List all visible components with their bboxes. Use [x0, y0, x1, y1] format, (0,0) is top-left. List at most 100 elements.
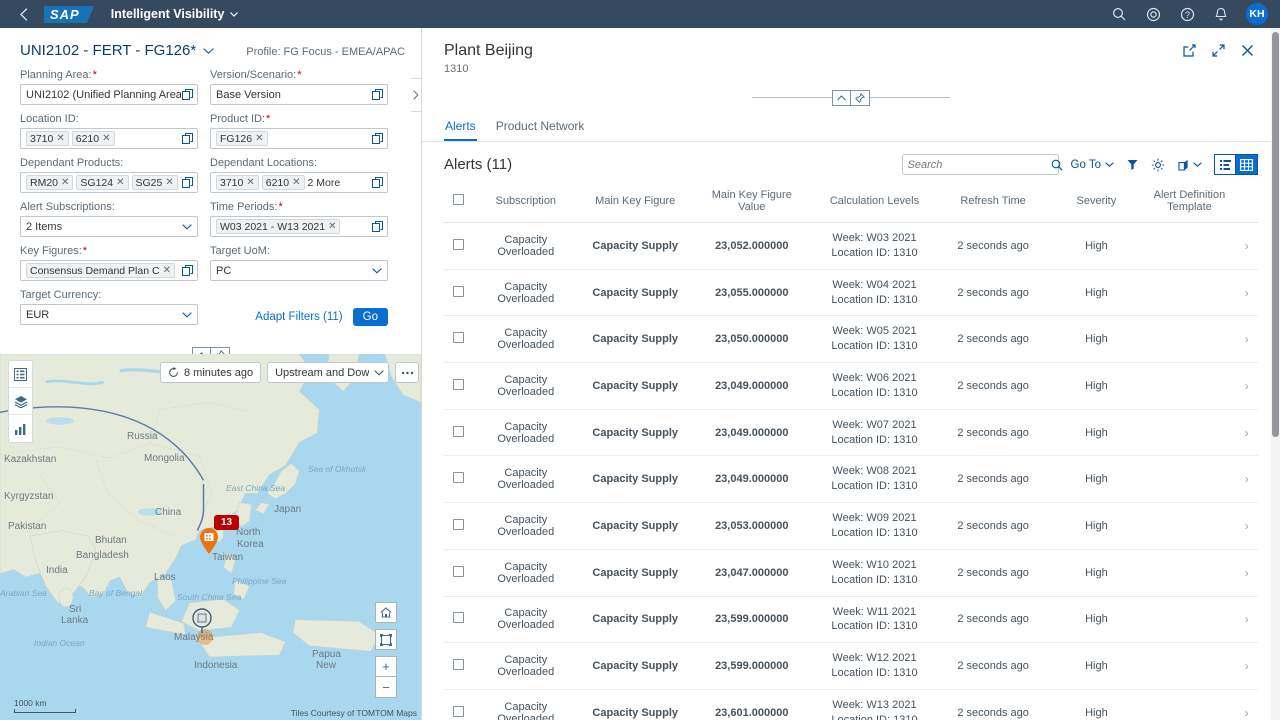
row-checkbox[interactable] [452, 378, 464, 390]
chevron-right-icon[interactable]: › [1245, 659, 1249, 673]
chevron-right-icon[interactable]: › [1245, 286, 1249, 300]
row-navigation-cell[interactable]: › [1235, 642, 1258, 690]
overflow-menu-icon[interactable] [395, 362, 420, 383]
token[interactable]: FG126 ✕ [216, 131, 268, 146]
token[interactable]: RM20 ✕ [26, 175, 74, 190]
value-help-icon[interactable] [181, 176, 194, 189]
scrollbar-thumb[interactable] [1272, 32, 1279, 437]
search-input[interactable] [907, 158, 1051, 171]
tab-alerts[interactable]: Alerts [444, 114, 477, 141]
value-help-icon[interactable] [371, 132, 384, 145]
token[interactable]: 6210 ✕ [261, 175, 305, 190]
table-row[interactable]: Capacity Overloaded Capacity Supply 23,052… [444, 222, 1258, 270]
network-scope-select[interactable]: Upstream and Downstr... [267, 362, 390, 383]
value-help-icon[interactable] [181, 264, 194, 277]
row-navigation-cell[interactable]: › [1235, 549, 1258, 597]
row-navigation-cell[interactable]: › [1235, 315, 1258, 364]
chevron-right-icon[interactable]: › [1245, 379, 1249, 393]
token[interactable]: 6210 ✕ [71, 131, 115, 146]
go-button[interactable]: Go [352, 308, 388, 326]
token[interactable]: 3710 ✕ [216, 175, 259, 190]
column-header-subscription[interactable]: Subscription [472, 183, 579, 223]
table-view-icon[interactable] [1236, 154, 1258, 175]
table-row[interactable]: Capacity Overloaded Capacity Supply 23,599… [444, 596, 1258, 644]
value-help-icon[interactable] [371, 220, 384, 233]
planning-area-input[interactable]: UNI2102 (Unified Planning Area) [20, 84, 198, 105]
version-scenario-input[interactable]: Base Version [210, 84, 388, 105]
remove-token-icon[interactable]: ✕ [255, 132, 263, 146]
column-header-alert-definition-template[interactable]: Alert Definition Template [1143, 183, 1236, 223]
token[interactable]: SG25 ✕ [131, 175, 178, 190]
row-navigation-cell[interactable]: › [1235, 409, 1258, 457]
remove-token-icon[interactable]: ✕ [165, 176, 173, 190]
value-help-icon[interactable] [371, 176, 384, 189]
chevron-right-icon[interactable]: › [1245, 426, 1249, 440]
column-header-severity[interactable]: Severity [1049, 183, 1144, 223]
page-scrollbar[interactable] [1271, 28, 1280, 720]
column-header-refresh-time[interactable]: Refresh Time [936, 183, 1050, 223]
table-row[interactable]: Capacity Overloaded Capacity Supply 23,599… [444, 642, 1258, 690]
table-row[interactable]: Capacity Overloaded Capacity Supply 23,049… [444, 455, 1258, 504]
location-id-input[interactable]: 3710 ✕ 6210 ✕ [20, 128, 198, 149]
remove-token-icon[interactable]: ✕ [61, 176, 69, 190]
chevron-right-icon[interactable]: › [1245, 519, 1249, 533]
map-zoom-out-icon[interactable]: − [375, 677, 397, 698]
row-checkbox[interactable] [452, 705, 464, 717]
key-figures-input[interactable]: Consensus Demand Plan C ✕ [20, 260, 198, 281]
chevron-down-icon[interactable] [372, 267, 384, 274]
table-row[interactable]: Capacity Overloaded Capacity Supply 23,047… [444, 549, 1258, 597]
remove-token-icon[interactable]: ✕ [116, 176, 124, 190]
remove-token-icon[interactable]: ✕ [292, 176, 300, 190]
fullscreen-icon[interactable] [1212, 44, 1225, 57]
chevron-right-icon[interactable]: › [1245, 472, 1249, 486]
layers-icon[interactable] [9, 388, 32, 415]
chevron-right-icon[interactable]: › [1245, 239, 1249, 253]
search-field[interactable] [901, 154, 1063, 175]
map-home-icon[interactable] [375, 602, 397, 623]
row-navigation-cell[interactable]: › [1235, 502, 1258, 550]
chevron-right-icon[interactable]: › [1245, 612, 1249, 626]
settings-gear-icon[interactable] [1151, 158, 1165, 172]
map-zoom-in-icon[interactable]: + [375, 656, 397, 677]
search-icon[interactable] [1110, 5, 1128, 23]
row-checkbox[interactable] [452, 659, 464, 671]
token[interactable]: W03 2021 - W13 2021 ✕ [216, 219, 341, 234]
context-selector[interactable]: UNI2102 - FERT - FG126* [20, 42, 214, 59]
value-help-icon[interactable] [181, 88, 194, 101]
remove-token-icon[interactable]: ✕ [102, 132, 110, 146]
notifications-icon[interactable] [1212, 5, 1230, 23]
map-marker-beijing[interactable] [198, 527, 220, 555]
row-checkbox[interactable] [452, 472, 464, 484]
chevron-right-icon[interactable]: › [1245, 332, 1249, 346]
value-help-icon[interactable] [181, 132, 194, 145]
adapt-filters-link[interactable]: Adapt Filters (11) [255, 311, 342, 323]
more-tokens-label[interactable]: 2 More [308, 177, 341, 189]
map-refresh-button[interactable]: 8 minutes ago [160, 362, 262, 383]
column-header-calculation-levels[interactable]: Calculation Levels [812, 183, 937, 223]
remove-token-icon[interactable]: ✕ [328, 220, 336, 234]
go-to-menu[interactable]: Go To [1071, 159, 1114, 171]
row-checkbox[interactable] [452, 612, 464, 624]
product-id-input[interactable]: FG126 ✕ [210, 128, 388, 149]
column-header-main-key-figure[interactable]: Main Key Figure [578, 183, 692, 223]
time-periods-input[interactable]: W03 2021 - W13 2021 ✕ [210, 216, 388, 237]
token[interactable]: Consensus Demand Plan C ✕ [26, 263, 175, 278]
chevron-right-icon[interactable]: › [1245, 706, 1249, 720]
row-checkbox[interactable] [452, 425, 464, 437]
close-icon[interactable] [1241, 44, 1254, 57]
collapse-header-button[interactable] [832, 89, 851, 106]
share-icon[interactable] [1183, 44, 1196, 57]
tab-product-network[interactable]: Product Network [495, 114, 586, 141]
table-row[interactable]: Capacity Overloaded Capacity Supply 23,049… [444, 362, 1258, 410]
export-icon[interactable] [1177, 158, 1202, 171]
row-checkbox[interactable] [452, 238, 464, 250]
token[interactable]: 3710 ✕ [26, 131, 69, 146]
search-icon[interactable] [1051, 159, 1063, 171]
map-fit-bounds-icon[interactable] [375, 629, 397, 650]
alert-subscriptions-select[interactable]: 2 Items [20, 216, 198, 237]
expand-left-panel-button[interactable] [411, 78, 422, 112]
app-title-menu[interactable]: Intelligent Visibility [111, 7, 239, 21]
map-marker-shenzhen[interactable] [192, 608, 212, 634]
row-checkbox[interactable] [452, 285, 464, 297]
remove-token-icon[interactable]: ✕ [56, 132, 64, 146]
